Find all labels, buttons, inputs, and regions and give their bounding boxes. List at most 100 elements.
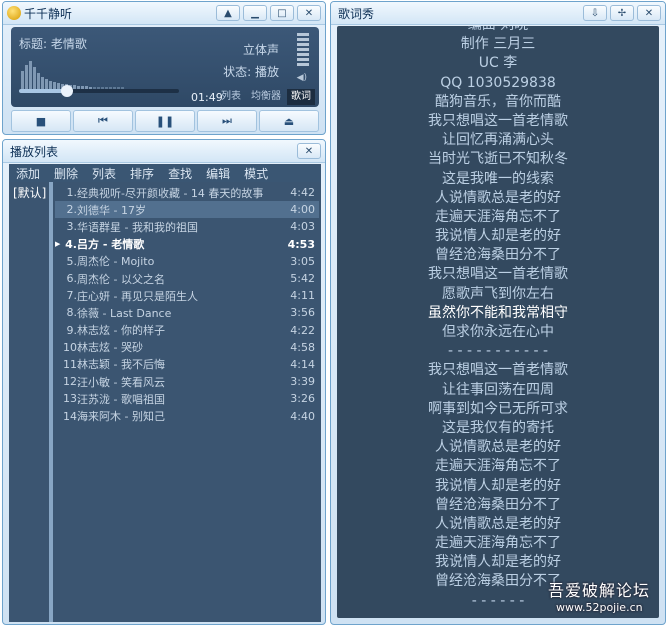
lyrics-panel[interactable]: 编曲 刘晓制作 三月三 UC 李 QQ 1030529838 酷狗音乐，音你而酷我只想… [337, 26, 659, 618]
lyrics-title: 歌词秀 [338, 6, 375, 21]
minimize-button[interactable]: ▁ [243, 5, 267, 21]
track-name: 周杰伦 - 以父之名 [77, 272, 165, 286]
menu-sort[interactable]: 排序 [123, 164, 161, 182]
lyric-line: 人说情歌总是老的好 [435, 189, 561, 206]
track-duration: 4:11 [290, 289, 315, 303]
lyric-line: 我只想唱这一首老情歌 [428, 362, 568, 379]
menu-edit[interactable]: 编辑 [199, 164, 237, 182]
lyrics-window: 歌词秀 ⇩ ✢ ✕ 编曲 刘晓制作 三月三 UC 李 QQ 1030529838 酷狗… [330, 1, 666, 625]
download-lyrics-button[interactable]: ⇩ [583, 5, 607, 21]
watermark-url: www.52pojie.cn [556, 601, 643, 614]
volume-meter[interactable] [297, 33, 309, 68]
player-title: 千千静听 [24, 6, 73, 21]
lyrics-toggle-button[interactable]: 歌词 [287, 89, 315, 105]
menu-delete[interactable]: 删除 [47, 164, 85, 182]
lyrics-close-button[interactable]: ✕ [637, 5, 661, 21]
track-row[interactable]: 13. 汪苏泷 - 歌唱祖国 3:26 [55, 390, 319, 407]
lyric-line: 这是我仅有的寄托 [442, 419, 554, 436]
track-duration: 4:00 [290, 203, 315, 217]
lyric-line: 让回忆再涌满心头 [442, 132, 554, 149]
track-row[interactable]: 1. 经典视听-尽开颜收藏 - 14 春天的故事 4:42 [55, 184, 319, 201]
menu-add[interactable]: 添加 [9, 164, 47, 182]
player-window: 千千静听 ▲ ▁ □ ✕ 标题: 老情歌 立体声 状态: 播放 ◀) 01:49… [2, 1, 326, 135]
track-row[interactable]: 3. 华语群星 - 我和我的祖国 4:03 [55, 218, 319, 235]
now-playing-display: 标题: 老情歌 立体声 状态: 播放 ◀) 01:49 列表 均衡器 歌词 [11, 27, 319, 107]
track-number: 13. [63, 392, 81, 406]
lyric-line: 我说情人却是老的好 [435, 228, 561, 245]
lyric-line: 这是我唯一的线索 [442, 170, 554, 187]
track-duration: 4:03 [290, 220, 315, 234]
playlist-toggle-button[interactable]: 列表 [217, 89, 245, 105]
track-duration: 3:05 [290, 254, 315, 268]
seek-knob[interactable] [61, 85, 73, 97]
track-row[interactable]: 12. 汪小敏 - 笑看风云 3:39 [55, 373, 319, 390]
track-row[interactable]: 9. 林志炫 - 你的样子 4:22 [55, 322, 319, 339]
lyrics-lines: 编曲 刘晓制作 三月三 UC 李 QQ 1030529838 酷狗音乐，音你而酷我只想… [337, 26, 659, 611]
playlist-menubar: 添加 删除 列表 排序 查找 编辑 模式 [9, 164, 321, 182]
lyric-line: 人说情歌总是老的好 [435, 439, 561, 456]
track-row[interactable]: 5. 周杰伦 - Mojito 3:05 [55, 253, 319, 270]
track-name: 华语群星 - 我和我的祖国 [77, 220, 198, 234]
site-watermark: 吾爱破解论坛 www.52pojie.cn [548, 577, 650, 614]
compact-mode-button[interactable]: ▲ [216, 5, 240, 21]
track-number: 7. [66, 289, 78, 303]
lyric-line: 曾经沧海桑田分不了 [435, 496, 561, 513]
track-number: 6. [66, 272, 78, 286]
lyric-line: 我只想唱这一首老情歌 [428, 112, 568, 129]
track-number: 3. [66, 220, 78, 234]
pause-button[interactable]: ❚❚ [135, 110, 195, 132]
lyric-line: 啊事到如今已无所可求 [428, 400, 568, 417]
track-row[interactable]: 8. 徐薇 - Last Dance 3:56 [55, 304, 319, 321]
track-duration: 4:22 [290, 323, 315, 337]
track-row[interactable]: 14. 海来阿木 - 别知己 4:40 [55, 407, 319, 424]
playlist-title: 播放列表 [10, 144, 59, 159]
play-state: 状态: 播放 [223, 65, 279, 79]
track-row[interactable]: 11. 林志颖 - 我不后悔 4:14 [55, 356, 319, 373]
stop-button[interactable]: ■ [11, 110, 71, 132]
menu-mode[interactable]: 模式 [237, 164, 275, 182]
playlist-window: 播放列表 ✕ 添加 删除 列表 排序 查找 编辑 模式 [默认] 1. 经典视听-… [2, 139, 326, 625]
lyric-line: 人说情歌总是老的好 [435, 515, 561, 532]
list-divider[interactable] [49, 182, 53, 622]
app-logo-icon [7, 6, 21, 20]
track-number: 10. [63, 340, 81, 354]
previous-button[interactable]: ⏮ [73, 110, 133, 132]
maximize-button[interactable]: □ [270, 5, 294, 21]
close-icon: ✕ [644, 7, 654, 19]
playlist-close-button[interactable]: ✕ [297, 143, 321, 159]
eject-icon: ⏏ [283, 114, 295, 128]
pin-lyrics-button[interactable]: ✢ [610, 5, 634, 21]
close-button[interactable]: ✕ [297, 5, 321, 21]
track-number: 4. [65, 237, 77, 251]
lyrics-titlebar[interactable]: 歌词秀 ⇩ ✢ ✕ [331, 2, 665, 25]
menu-list[interactable]: 列表 [85, 164, 123, 182]
stop-icon: ■ [35, 114, 47, 128]
lyric-line: UC 李 [478, 55, 518, 72]
track-row[interactable]: 7. 庄心妍 - 再见只是陌生人 4:11 [55, 287, 319, 304]
next-button[interactable]: ⏭ [197, 110, 257, 132]
track-row[interactable]: 6. 周杰伦 - 以父之名 5:42 [55, 270, 319, 287]
track-name: 庄心妍 - 再见只是陌生人 [77, 289, 198, 303]
playlist-area: [默认] 1. 经典视听-尽开颜收藏 - 14 春天的故事 4:42 2. 刘德华 - … [9, 182, 321, 622]
lyric-line: 走遍天涯海角忘不了 [435, 458, 561, 475]
sound-mode: 立体声 [242, 43, 279, 57]
lyric-line: 愿歌声飞到你左右 [442, 285, 554, 302]
lyric-line: 制作 三月三 [460, 36, 536, 53]
track-row[interactable]: 2. 刘德华 - 17岁 4:00 [55, 201, 319, 219]
list-sidebar: [默认] [9, 182, 53, 622]
playlist-titlebar[interactable]: 播放列表 ✕ [3, 140, 325, 163]
track-number: 11. [63, 357, 81, 371]
track-duration: 4:14 [290, 357, 315, 371]
track-row[interactable]: 10. 林志炫 - 哭砂 4:58 [55, 339, 319, 356]
open-file-button[interactable]: ⏏ [259, 110, 319, 132]
track-list: 1. 经典视听-尽开颜收藏 - 14 春天的故事 4:42 2. 刘德华 - 17岁 4:… [55, 184, 319, 425]
menu-find[interactable]: 查找 [161, 164, 199, 182]
speaker-icon[interactable]: ◀) [297, 73, 307, 83]
seek-bar[interactable] [19, 85, 179, 97]
player-titlebar[interactable]: 千千静听 ▲ ▁ □ ✕ [3, 2, 325, 25]
track-number: 14. [63, 409, 81, 423]
track-row[interactable]: ▶ 4. 吕方 - 老情歌 4:53 [55, 236, 319, 253]
default-list-item[interactable]: [默认] [13, 184, 46, 201]
lyric-line: 我说情人却是老的好 [435, 477, 561, 494]
equalizer-toggle-button[interactable]: 均衡器 [247, 89, 285, 105]
